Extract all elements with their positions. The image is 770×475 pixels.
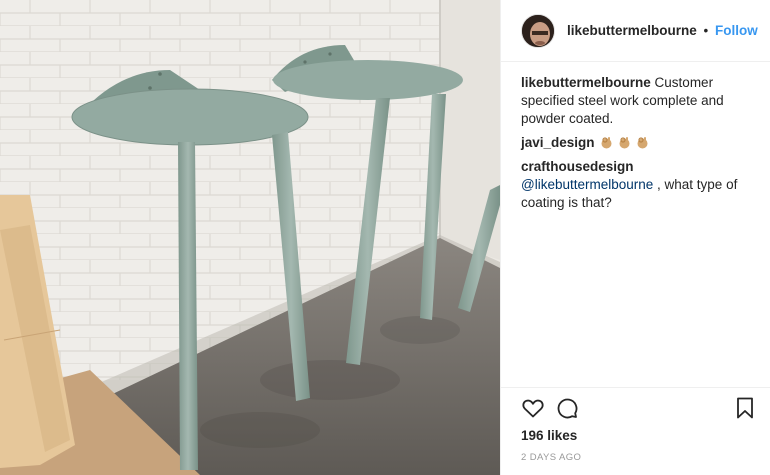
avatar-face-icon: [522, 14, 554, 47]
post-footer: 196 likes 2 DAYS AGO: [501, 387, 770, 475]
comment-item: crafthousedesign @likebuttermelbourne , …: [521, 158, 756, 212]
action-bar: [521, 388, 757, 428]
ok-hand-emoji: [637, 136, 648, 149]
comment-author[interactable]: likebuttermelbourne: [521, 75, 651, 90]
bookmark-icon[interactable]: [733, 396, 757, 420]
header-username[interactable]: likebuttermelbourne: [567, 23, 697, 38]
avatar[interactable]: [521, 13, 555, 48]
comment-caption: likebuttermelbourne Customer specified s…: [521, 74, 756, 128]
post-header: likebuttermelbourne • Follow: [501, 0, 770, 62]
follow-button[interactable]: Follow: [715, 23, 758, 38]
photo-illustration: [0, 0, 500, 475]
comment-author[interactable]: crafthousedesign: [521, 159, 634, 174]
comment-author[interactable]: javi_design: [521, 135, 595, 150]
post-photo[interactable]: [0, 0, 500, 475]
heart-icon[interactable]: [521, 396, 545, 420]
likes-count[interactable]: 196 likes: [521, 428, 757, 443]
separator-dot: •: [703, 23, 709, 38]
comment-mention[interactable]: @likebuttermelbourne: [521, 177, 653, 192]
comment-item: javi_design: [521, 134, 756, 152]
header-text: likebuttermelbourne • Follow: [567, 23, 758, 38]
ok-hand-emoji: [601, 136, 612, 149]
post-timestamp[interactable]: 2 DAYS AGO: [521, 452, 757, 463]
comment-icon[interactable]: [555, 396, 579, 420]
ok-hand-emoji: [619, 136, 630, 149]
post-sidebar: likebuttermelbourne • Follow likebutterm…: [500, 0, 770, 475]
comments-list: likebuttermelbourne Customer specified s…: [501, 62, 770, 212]
